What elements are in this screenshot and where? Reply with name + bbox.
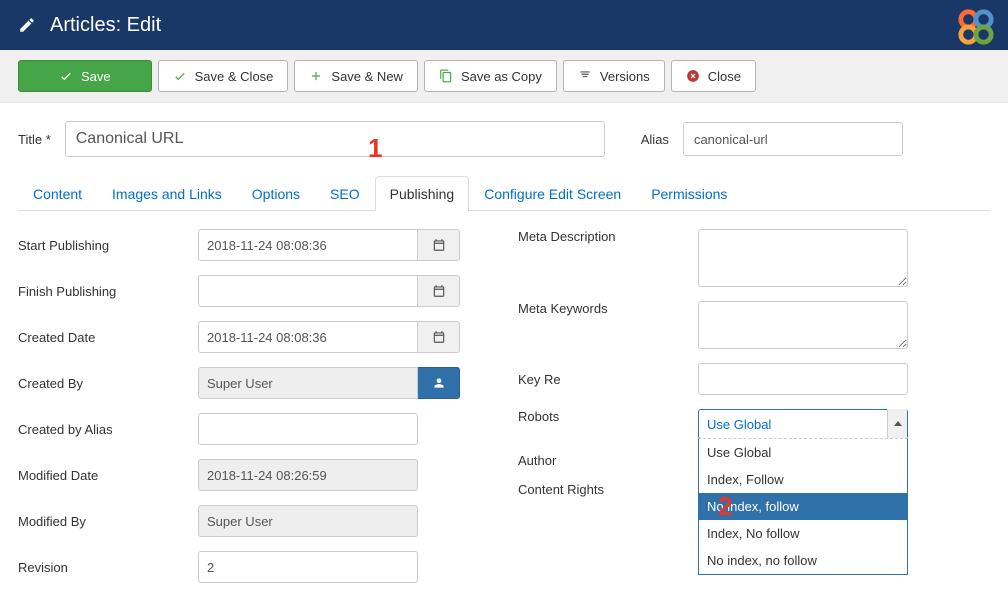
- robots-option-noindex-nofollow[interactable]: No index, no follow: [699, 547, 907, 574]
- alias-label: Alias: [641, 132, 669, 147]
- robots-select[interactable]: Use Global Use Global Index, Follow No i…: [698, 409, 908, 439]
- close-button[interactable]: Close: [671, 60, 756, 92]
- field-meta-keywords: Meta Keywords: [518, 301, 990, 349]
- left-column: Start Publishing Finish Publishing: [18, 229, 478, 597]
- robots-selected-value: Use Global: [699, 417, 887, 432]
- save-close-button[interactable]: Save & Close: [158, 60, 289, 92]
- alias-input[interactable]: [683, 122, 903, 156]
- input-created-by: [198, 367, 418, 399]
- tabs: Content Images and Links Options SEO Pub…: [18, 175, 990, 211]
- check-icon: [59, 69, 73, 83]
- input-created-by-alias[interactable]: [198, 413, 418, 445]
- input-modified-by: [198, 505, 418, 537]
- title-label: Title *: [18, 132, 51, 147]
- save-new-button[interactable]: Save & New: [294, 60, 418, 92]
- header-bar: Articles: Edit: [0, 0, 1008, 50]
- input-meta-description[interactable]: [698, 229, 908, 287]
- tab-seo[interactable]: SEO: [315, 176, 375, 211]
- title-input[interactable]: [65, 121, 605, 157]
- robots-option-noindex-follow[interactable]: No index, follow: [699, 493, 907, 520]
- field-revision: Revision: [18, 551, 478, 583]
- calendar-icon: [432, 330, 446, 344]
- field-meta-description: Meta Description: [518, 229, 990, 287]
- robots-option-index-follow[interactable]: Index, Follow: [699, 466, 907, 493]
- field-modified-date: Modified Date: [18, 459, 478, 491]
- label-content-rights: Content Rights: [518, 482, 698, 497]
- save-button[interactable]: Save: [18, 60, 152, 92]
- input-finish-publishing[interactable]: [198, 275, 418, 307]
- page-title: Articles: Edit: [50, 14, 161, 37]
- label-key-reference: Key Re: [518, 372, 698, 387]
- tab-images-links[interactable]: Images and Links: [97, 176, 237, 211]
- check-icon: [173, 69, 187, 83]
- input-key-reference[interactable]: [698, 363, 908, 395]
- calendar-icon: [432, 238, 446, 252]
- field-robots: Robots Use Global Use Global Index, Foll…: [518, 409, 990, 439]
- user-picker-button[interactable]: [418, 367, 460, 399]
- label-finish-publishing: Finish Publishing: [18, 284, 198, 299]
- user-icon: [432, 376, 446, 390]
- field-created-date: Created Date: [18, 321, 478, 353]
- calendar-button[interactable]: [418, 321, 460, 353]
- archive-icon: [578, 69, 592, 83]
- input-modified-date: [198, 459, 418, 491]
- copy-icon: [439, 69, 453, 83]
- action-toolbar: Save Save & Close Save & New Save as Cop…: [0, 50, 1008, 103]
- field-modified-by: Modified By: [18, 505, 478, 537]
- input-start-publishing[interactable]: [198, 229, 418, 261]
- versions-button[interactable]: Versions: [563, 60, 665, 92]
- robots-option-use-global[interactable]: Use Global: [699, 439, 907, 466]
- label-author: Author: [518, 453, 698, 468]
- columns: Start Publishing Finish Publishing: [18, 229, 990, 597]
- input-revision[interactable]: [198, 551, 418, 583]
- label-modified-by: Modified By: [18, 514, 198, 529]
- field-created-by-alias: Created by Alias: [18, 413, 478, 445]
- tab-content[interactable]: Content: [18, 176, 97, 211]
- form-area: Title * Alias Content Images and Links O…: [0, 103, 1008, 615]
- label-created-by: Created By: [18, 376, 198, 391]
- cancel-icon: [686, 69, 700, 83]
- chevron-up-icon: [887, 409, 907, 439]
- plus-icon: [309, 69, 323, 83]
- robots-dropdown: Use Global Index, Follow No index, follo…: [698, 438, 908, 575]
- tab-publishing[interactable]: Publishing: [375, 176, 470, 211]
- label-modified-date: Modified Date: [18, 468, 198, 483]
- save-copy-button[interactable]: Save as Copy: [424, 60, 557, 92]
- label-created-by-alias: Created by Alias: [18, 422, 198, 437]
- label-meta-description: Meta Description: [518, 229, 698, 244]
- input-meta-keywords[interactable]: [698, 301, 908, 349]
- label-created-date: Created Date: [18, 330, 198, 345]
- label-meta-keywords: Meta Keywords: [518, 301, 698, 316]
- calendar-button[interactable]: [418, 275, 460, 307]
- tab-configure-edit-screen[interactable]: Configure Edit Screen: [469, 176, 636, 211]
- field-key-reference: Key Re: [518, 363, 990, 395]
- right-column: Meta Description Meta Keywords Key Re Ro…: [518, 229, 990, 597]
- tab-options[interactable]: Options: [237, 176, 315, 211]
- label-robots: Robots: [518, 409, 698, 424]
- joomla-logo: [954, 8, 998, 49]
- field-created-by: Created By: [18, 367, 478, 399]
- calendar-button[interactable]: [418, 229, 460, 261]
- label-start-publishing: Start Publishing: [18, 238, 198, 253]
- title-row: Title * Alias: [18, 121, 990, 157]
- field-finish-publishing: Finish Publishing: [18, 275, 478, 307]
- field-start-publishing: Start Publishing: [18, 229, 478, 261]
- calendar-icon: [432, 284, 446, 298]
- robots-option-index-nofollow[interactable]: Index, No follow: [699, 520, 907, 547]
- input-created-date[interactable]: [198, 321, 418, 353]
- tab-permissions[interactable]: Permissions: [636, 176, 742, 211]
- pencil-icon: [18, 16, 36, 34]
- label-revision: Revision: [18, 560, 198, 575]
